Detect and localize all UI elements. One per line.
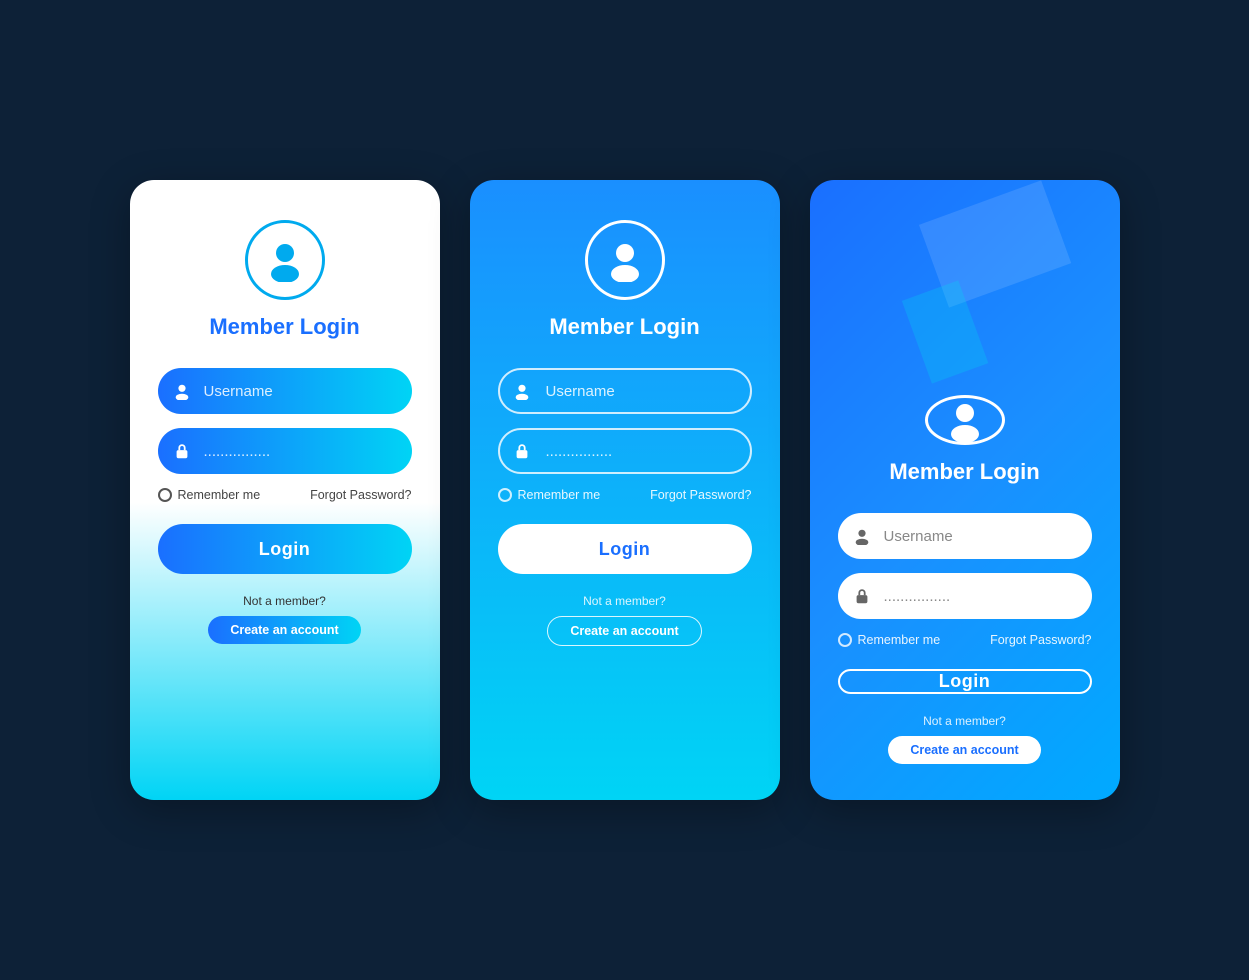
not-member-3: Not a member?: [923, 714, 1006, 728]
lock-field-icon-3: [852, 586, 872, 606]
card-title-1: Member Login: [209, 314, 359, 340]
password-input-2[interactable]: [498, 428, 752, 474]
remember-me-1: Remember me: [158, 488, 261, 502]
user-field-icon-2: [512, 381, 532, 401]
not-member-1: Not a member?: [243, 594, 326, 608]
remember-label-3: Remember me: [858, 633, 941, 647]
user-icon-3: [943, 398, 987, 442]
remember-circle-2[interactable]: [498, 488, 512, 502]
login-card-1: Member Login Remember me: [130, 180, 440, 800]
remember-label-2: Remember me: [518, 488, 601, 502]
password-input-3[interactable]: [838, 573, 1092, 619]
password-input-1[interactable]: [158, 428, 412, 474]
user-svg-3: [853, 527, 871, 545]
remember-circle-1[interactable]: [158, 488, 172, 502]
username-input-2[interactable]: [498, 368, 752, 414]
remember-label-1: Remember me: [178, 488, 261, 502]
card-title-3: Member Login: [889, 459, 1039, 485]
card-title-2: Member Login: [549, 314, 699, 340]
cards-container: Member Login Remember me: [130, 180, 1120, 800]
forgot-password-3[interactable]: Forgot Password?: [990, 633, 1091, 647]
password-group-1: [158, 428, 412, 474]
user-svg-1: [173, 382, 191, 400]
username-group-3: [838, 513, 1092, 559]
user-field-icon-1: [172, 381, 192, 401]
forgot-password-1[interactable]: Forgot Password?: [310, 488, 411, 502]
user-icon-1: [263, 238, 307, 282]
user-icon-2: [603, 238, 647, 282]
username-group-2: [498, 368, 752, 414]
not-member-2: Not a member?: [583, 594, 666, 608]
login-card-3: Member Login Remember me: [810, 180, 1120, 800]
diagonal-overlay-2: [901, 280, 987, 383]
login-card-2: Member Login Remember me: [470, 180, 780, 800]
lock-svg-2: [513, 442, 531, 460]
password-group-3: [838, 573, 1092, 619]
username-group-1: [158, 368, 412, 414]
login-button-1[interactable]: Login: [158, 524, 412, 574]
login-button-2[interactable]: Login: [498, 524, 752, 574]
diagonal-overlay: [918, 180, 1070, 307]
options-row-2: Remember me Forgot Password?: [498, 488, 752, 502]
avatar-3: [925, 395, 1005, 445]
lock-field-icon-2: [512, 441, 532, 461]
options-row-3: Remember me Forgot Password?: [838, 633, 1092, 647]
create-account-button-2[interactable]: Create an account: [547, 616, 701, 646]
user-svg-2: [513, 382, 531, 400]
avatar-2: [585, 220, 665, 300]
login-button-3[interactable]: Login: [838, 669, 1092, 694]
user-field-icon-3: [852, 526, 872, 546]
username-input-1[interactable]: [158, 368, 412, 414]
password-group-2: [498, 428, 752, 474]
create-account-button-1[interactable]: Create an account: [208, 616, 360, 644]
avatar-1: [245, 220, 325, 300]
remember-me-3: Remember me: [838, 633, 941, 647]
lock-field-icon-1: [172, 441, 192, 461]
forgot-password-2[interactable]: Forgot Password?: [650, 488, 751, 502]
lock-svg-3: [853, 587, 871, 605]
remember-me-2: Remember me: [498, 488, 601, 502]
lock-svg-1: [173, 442, 191, 460]
username-input-3[interactable]: [838, 513, 1092, 559]
remember-circle-3[interactable]: [838, 633, 852, 647]
options-row-1: Remember me Forgot Password?: [158, 488, 412, 502]
create-account-button-3[interactable]: Create an account: [888, 736, 1040, 764]
